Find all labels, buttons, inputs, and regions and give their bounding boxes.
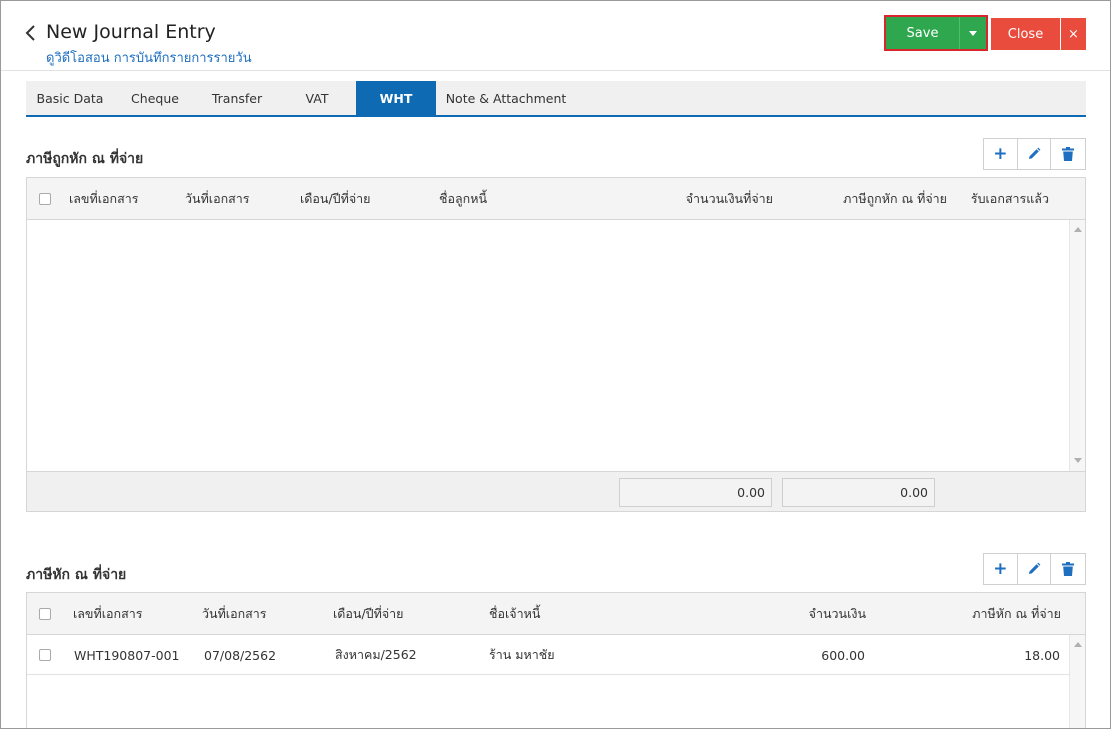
tax-cell: 18.00 xyxy=(1024,647,1060,663)
scroll-down-icon[interactable] xyxy=(1074,458,1082,463)
total-tax-field: 0.00 xyxy=(782,478,935,507)
section-title-wht-received: ภาษีถูกหัก ณ ที่จ่าย xyxy=(26,151,144,167)
tab-cheque[interactable]: Cheque xyxy=(114,81,196,115)
wht-received-toolbar: + xyxy=(983,138,1086,170)
save-button[interactable]: Save xyxy=(886,17,959,49)
window-frame: New Journal Entry ดูวิดีโอสอน การบันทึกร… xyxy=(0,0,1111,729)
column-header: เลขที่เอกสาร xyxy=(69,191,139,206)
column-header: เดือน/ปีที่จ่าย xyxy=(333,606,404,621)
tab-bar: Basic Data Cheque Transfer VAT WHT Note … xyxy=(26,81,1086,117)
row-checkbox[interactable] xyxy=(39,649,51,661)
select-all-checkbox[interactable] xyxy=(39,608,51,620)
wht-received-table: เลขที่เอกสาร วันที่เอกสาร เดือน/ปีที่จ่า… xyxy=(26,177,1086,512)
tutorial-video-link[interactable]: ดูวิดีโอสอน การบันทึกรายการรายวัน xyxy=(46,47,252,68)
table-header: เลขที่เอกสาร วันที่เอกสาร เดือน/ปีที่จ่า… xyxy=(27,593,1085,635)
section-title-wht-paid: ภาษีหัก ณ ที่จ่าย xyxy=(26,567,127,583)
delete-button[interactable] xyxy=(1051,139,1085,169)
caret-down-icon xyxy=(969,30,977,36)
column-header: เลขที่เอกสาร xyxy=(73,606,143,621)
column-header: ภาษีหัก ณ ที่จ่าย xyxy=(972,606,1061,621)
trash-icon xyxy=(1062,147,1075,161)
back-chevron-icon[interactable] xyxy=(23,23,39,43)
tab-basic-data[interactable]: Basic Data xyxy=(26,81,114,115)
creditor-cell: ร้าน มหาชัย xyxy=(489,647,555,662)
table-row[interactable]: WHT190807-001 07/08/2562 สิงหาคม/2562 ร้… xyxy=(27,635,1069,675)
scroll-up-icon[interactable] xyxy=(1074,227,1082,232)
tab-transfer[interactable]: Transfer xyxy=(196,81,278,115)
pencil-icon xyxy=(1029,147,1041,159)
vertical-scrollbar[interactable] xyxy=(1069,635,1085,728)
amount-cell: 600.00 xyxy=(821,647,865,663)
add-button[interactable]: + xyxy=(984,139,1018,169)
trash-icon xyxy=(1062,562,1075,576)
total-amount-field: 0.00 xyxy=(619,478,772,507)
edit-button[interactable] xyxy=(1018,554,1052,584)
page-title: New Journal Entry xyxy=(46,21,216,43)
tab-vat[interactable]: VAT xyxy=(278,81,356,115)
delete-button[interactable] xyxy=(1051,554,1085,584)
tab-wht[interactable]: WHT xyxy=(356,81,436,115)
edit-button[interactable] xyxy=(1018,139,1052,169)
vertical-scrollbar[interactable] xyxy=(1069,220,1085,471)
column-header: ชื่อลูกหนี้ xyxy=(439,191,488,206)
wht-paid-toolbar: + xyxy=(983,553,1086,585)
column-header: จำนวนเงิน xyxy=(808,606,866,621)
pencil-icon xyxy=(1029,562,1041,574)
add-button[interactable]: + xyxy=(984,554,1018,584)
column-header: รับเอกสารแล้ว xyxy=(970,191,1049,206)
save-options-dropdown[interactable] xyxy=(959,17,986,49)
table-footer-totals: 0.00 0.00 xyxy=(27,471,1085,511)
table-header: เลขที่เอกสาร วันที่เอกสาร เดือน/ปีที่จ่า… xyxy=(27,178,1085,220)
month-year-cell: สิงหาคม/2562 xyxy=(335,647,417,662)
plus-icon: + xyxy=(993,143,1008,164)
page-header: New Journal Entry ดูวิดีโอสอน การบันทึกร… xyxy=(1,1,1110,71)
select-all-checkbox[interactable] xyxy=(39,193,51,205)
doc-no-cell: WHT190807-001 xyxy=(74,647,180,663)
plus-icon: + xyxy=(993,558,1008,579)
tab-note-attachment[interactable]: Note & Attachment xyxy=(436,81,576,115)
column-header: ชื่อเจ้าหนี้ xyxy=(489,606,541,621)
scroll-up-icon[interactable] xyxy=(1074,642,1082,647)
column-header: วันที่เอกสาร xyxy=(185,191,250,206)
column-header: เดือน/ปีที่จ่าย xyxy=(300,191,371,206)
wht-paid-table: เลขที่เอกสาร วันที่เอกสาร เดือน/ปีที่จ่า… xyxy=(26,592,1086,728)
column-header: จำนวนเงินที่จ่าย xyxy=(685,191,773,206)
close-x-icon[interactable]: × xyxy=(1061,18,1086,50)
column-header: ภาษีถูกหัก ณ ที่จ่าย xyxy=(843,191,947,206)
save-button-group: Save xyxy=(884,15,988,51)
close-button[interactable]: Close xyxy=(991,18,1060,50)
doc-date-cell: 07/08/2562 xyxy=(204,647,277,663)
column-header: วันที่เอกสาร xyxy=(202,606,267,621)
